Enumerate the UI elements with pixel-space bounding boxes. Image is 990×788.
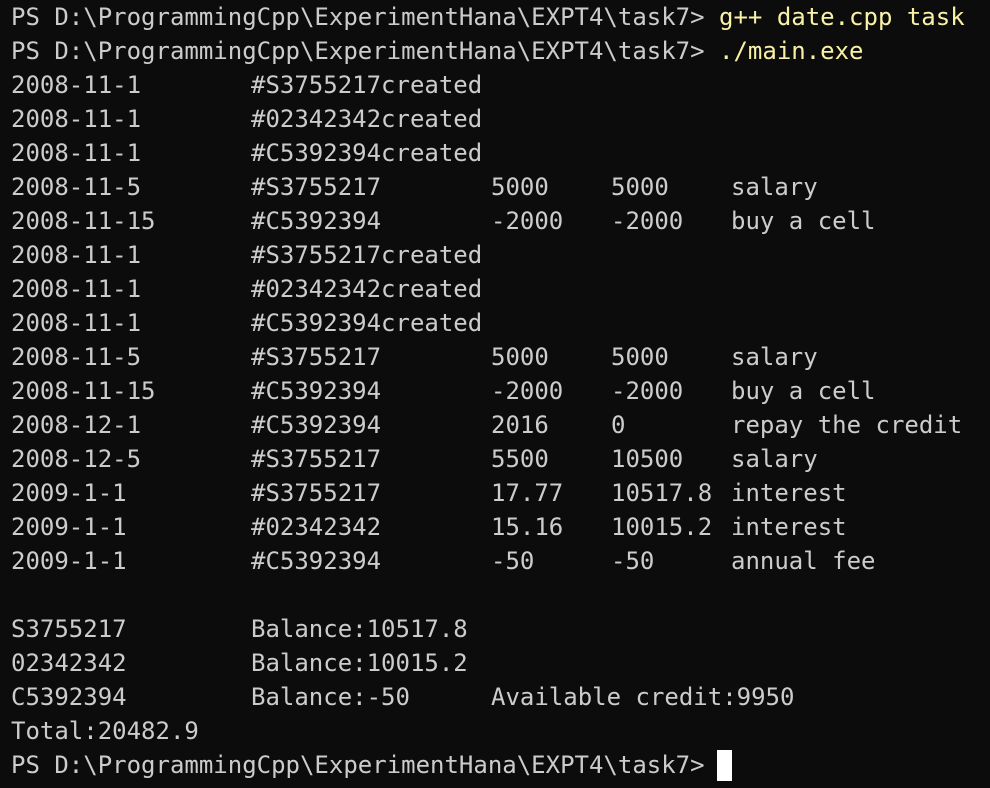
output-row: 2008-11-1 #C5392394created [11,136,990,170]
row-description: annual fee [731,547,876,575]
row-account-id: #C5392394 [251,411,382,439]
row-description: salary [731,173,818,201]
row-amount: 15.16 [491,513,564,541]
output-row: 2009-1-1 #02342342 15.16 10015.2 interest [11,510,990,544]
output-row: 2008-11-15 #C5392394 -2000 -2000 buy a cell [11,374,990,408]
row-date: 2008-11-15 [11,207,156,235]
row-amount: 5500 [491,445,549,473]
row-message: #C5392394created [251,309,483,337]
row-balance: 10500 [611,445,684,473]
row-date: 2008-11-5 [11,343,142,371]
prompt: PS D:\ProgrammingCpp\ExperimentHana\EXPT… [11,751,705,779]
balance-extra: Available credit:9950 [491,683,795,711]
terminal-window[interactable]: PS D:\ProgrammingCpp\ExperimentHana\EXPT… [0,0,990,788]
row-amount: -2000 [491,207,564,235]
row-date: 2008-12-5 [11,445,142,473]
row-date: 2009-1-1 [11,513,127,541]
output-row: 2008-11-5 #S3755217 5000 5000 salary [11,170,990,204]
command-text: ./main.exe [719,37,864,65]
row-balance: 0 [611,411,626,439]
balance-row: 02342342 Balance:10015.2 [11,646,990,680]
output-row: 2009-1-1 #S3755217 17.77 10517.8 interest [11,476,990,510]
balance-row: S3755217 Balance:10517.8 [11,612,990,646]
row-account-id: #S3755217 [251,343,382,371]
output-row: 2008-11-1 #02342342created [11,102,990,136]
program-output: 2008-11-1 #S3755217created 2008-11-1 #02342… [11,68,990,578]
row-account-id: #S3755217 [251,479,382,507]
row-date: 2009-1-1 [11,479,127,507]
row-description: salary [731,343,818,371]
row-date: 2009-1-1 [11,547,127,575]
row-amount: 5000 [491,343,549,371]
row-balance: -2000 [611,377,684,405]
row-account-id: #C5392394 [251,547,382,575]
row-account-id: #S3755217 [251,173,382,201]
row-account-id: #C5392394 [251,207,382,235]
balance-account: S3755217 [11,615,127,643]
row-message: #02342342created [251,275,483,303]
output-row: 2008-11-5 #S3755217 5000 5000 salary [11,340,990,374]
row-amount: 5000 [491,173,549,201]
command-line-2: PS D:\ProgrammingCpp\ExperimentHana\EXPT… [11,34,990,68]
output-row: 2008-12-5 #S3755217 5500 10500 salary [11,442,990,476]
output-row: 2008-11-15 #C5392394 -2000 -2000 buy a cell [11,204,990,238]
row-amount: -50 [491,547,535,575]
row-date: 2008-11-1 [11,71,142,99]
output-row: 2008-11-1 #C5392394created [11,306,990,340]
total-line: Total:20482.9 [11,717,199,745]
row-description: buy a cell [731,377,876,405]
row-description: repay the credit [731,411,963,439]
prompt: PS D:\ProgrammingCpp\ExperimentHana\EXPT… [11,37,705,65]
row-date: 2008-11-15 [11,377,156,405]
output-row: 2008-11-1 #S3755217created [11,68,990,102]
balance-value: Balance:10517.8 [251,615,468,643]
row-balance: 5000 [611,343,669,371]
row-message: #S3755217created [251,71,483,99]
output-row: 2008-11-1 #S3755217created [11,238,990,272]
row-balance: -50 [611,547,655,575]
current-prompt-line[interactable]: PS D:\ProgrammingCpp\ExperimentHana\EXPT… [11,748,990,782]
output-row: 2008-11-1 #02342342created [11,272,990,306]
prompt: PS D:\ProgrammingCpp\ExperimentHana\EXPT… [11,3,705,31]
output-row: 2008-12-1 #C5392394 2016 0 repay the credit [11,408,990,442]
row-date: 2008-11-1 [11,105,142,133]
command-text: g++ date.cpp task [719,3,965,31]
balance-value: Balance:10015.2 [251,649,468,677]
row-amount: 2016 [491,411,549,439]
command-line-1: PS D:\ProgrammingCpp\ExperimentHana\EXPT… [11,0,990,34]
row-amount: 17.77 [491,479,564,507]
row-balance: 5000 [611,173,669,201]
row-date: 2008-11-1 [11,241,142,269]
output-row: 2009-1-1 #C5392394 -50 -50 annual fee [11,544,990,578]
row-account-id: #02342342 [251,513,382,541]
row-message: #C5392394created [251,139,483,167]
balance-row: C5392394 Balance:-50 Available credit:9950 [11,680,990,714]
row-account-id: #C5392394 [251,377,382,405]
row-description: buy a cell [731,207,876,235]
row-balance: 10015.2 [611,513,713,541]
row-date: 2008-12-1 [11,411,142,439]
balance-value: Balance:-50 [251,683,410,711]
row-date: 2008-11-1 [11,139,142,167]
row-amount: -2000 [491,377,564,405]
row-message: #02342342created [251,105,483,133]
row-date: 2008-11-1 [11,275,142,303]
row-message: #S3755217created [251,241,483,269]
row-description: interest [731,513,847,541]
row-account-id: #S3755217 [251,445,382,473]
row-date: 2008-11-5 [11,173,142,201]
text-cursor[interactable] [716,749,732,781]
balance-account: C5392394 [11,683,127,711]
row-balance: -2000 [611,207,684,235]
row-description: salary [731,445,818,473]
row-balance: 10517.8 [611,479,713,507]
row-description: interest [731,479,847,507]
balance-account: 02342342 [11,649,127,677]
balance-summary: S3755217 Balance:10517.8 02342342 Balance:1… [11,612,990,714]
row-date: 2008-11-1 [11,309,142,337]
